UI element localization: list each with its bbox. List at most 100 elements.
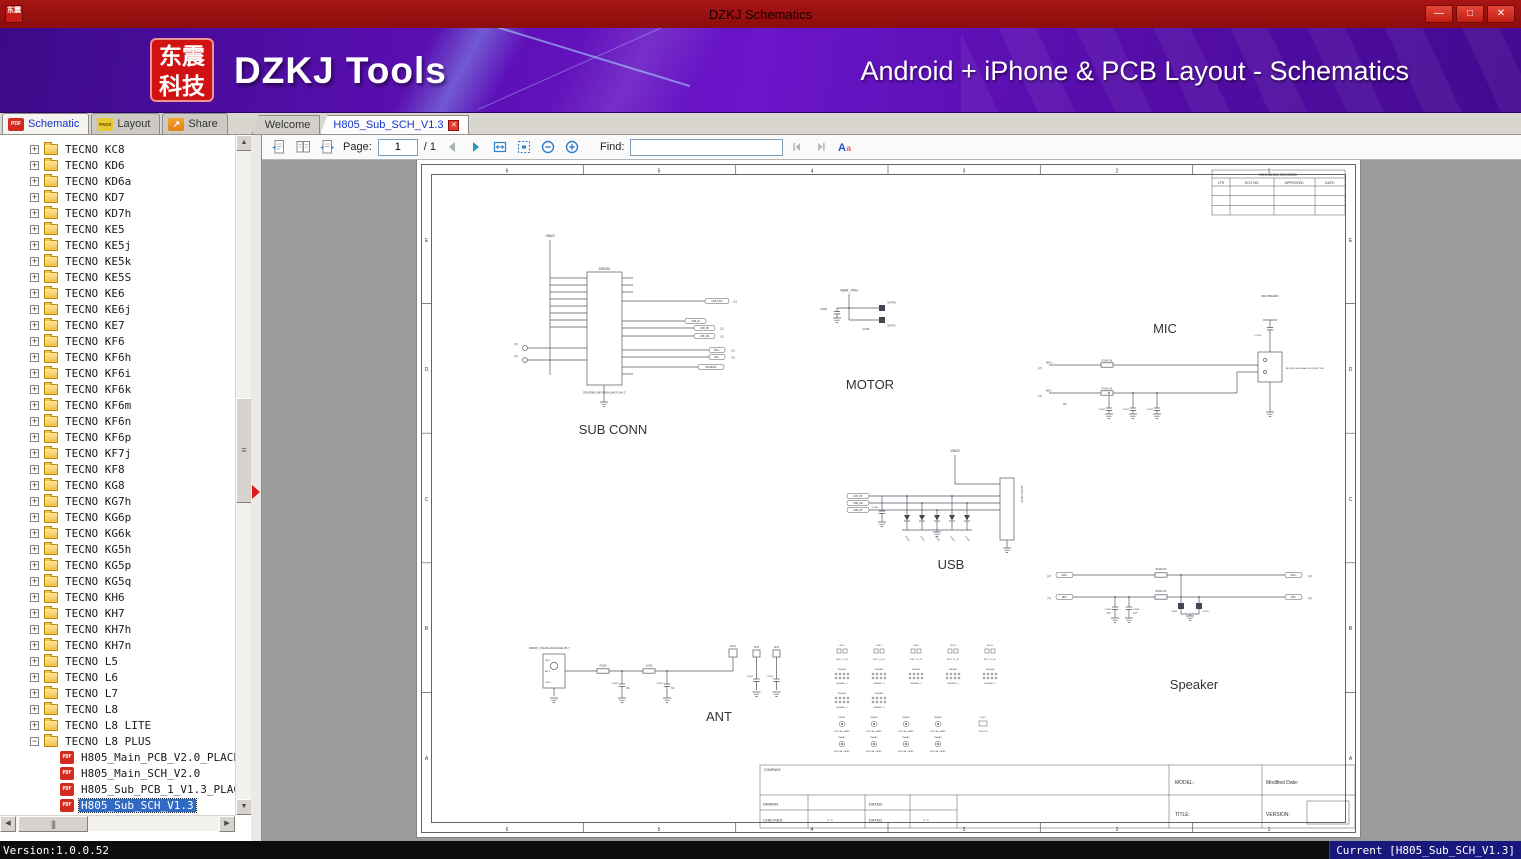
tree-expander-icon[interactable]: + [30,496,39,506]
tree-expander-icon[interactable]: + [30,160,39,170]
tree-folder-label[interactable]: TECNO KG8 [63,479,127,492]
tree-expander-icon[interactable]: + [30,448,39,458]
tree-folder-row[interactable]: + TECNO KE5j [0,237,235,253]
tree-expander-icon[interactable]: + [30,144,39,154]
find-input[interactable] [630,138,784,156]
tree-folder-row[interactable]: + TECNO KH7h [0,621,235,637]
tree-expander-icon[interactable]: + [30,512,39,522]
tree-folder-row[interactable]: + TECNO KD6 [0,157,235,173]
scroll-left-button[interactable]: ◀ [0,816,16,832]
tree-folder-label[interactable]: TECNO KE5k [63,255,133,268]
scroll-up-button[interactable]: ▲ [236,135,252,151]
tree-folder-label[interactable]: TECNO KG7h [63,495,133,508]
tree-expander-icon[interactable]: + [30,432,39,442]
tree-folder-label[interactable]: TECNO KF6k [63,383,133,396]
tree-expander-icon[interactable]: + [30,400,39,410]
page-number-input[interactable] [377,138,418,156]
tree-folder-label[interactable]: TECNO KF6i [63,367,133,380]
tree-folder-label[interactable]: TECNO KD6a [63,175,133,188]
tree-folder-label[interactable]: TECNO KE6j [63,303,133,316]
tree-expander-icon[interactable]: + [30,528,39,538]
tree-file-label[interactable]: H805_Main_SCH_V2.0 [79,767,202,780]
tree-folder-label[interactable]: TECNO KG5q [63,575,133,588]
tree-expander-icon[interactable]: + [30,720,39,730]
tree-folder-row[interactable]: + TECNO KG5q [0,573,235,589]
tree-folder-row[interactable]: + TECNO KE5S [0,269,235,285]
tree-folder-row[interactable]: + TECNO KF6i [0,365,235,381]
splitter-collapse-icon[interactable] [252,485,260,499]
tree-folder-row[interactable]: + TECNO KD7 [0,189,235,205]
tree-folder-row[interactable]: + TECNO KF6 [0,333,235,349]
tree-expander-icon[interactable]: + [30,224,39,234]
tree-folder-label[interactable]: TECNO KG5p [63,559,133,572]
fit-page-button[interactable] [514,137,535,158]
tree-expander-icon[interactable]: + [30,544,39,554]
scroll-right-button[interactable]: ▶ [219,816,235,832]
tree-file-label[interactable]: H805_Main_PCB_V2.0_PLACEM [79,751,235,764]
tree-expander-icon[interactable]: + [30,352,39,362]
close-button[interactable]: ✕ [1487,5,1515,23]
tree-folder-label[interactable]: TECNO KE5S [63,271,133,284]
tree-folder-row[interactable]: + TECNO KG6p [0,509,235,525]
doc-tab-current[interactable]: H805_Sub_SCH_V1.3 ✕ [320,115,470,134]
tree-folder-row[interactable]: + TECNO KG5h [0,541,235,557]
horizontal-scroll-thumb[interactable]: ||| [18,816,88,832]
tree-folder-label[interactable]: TECNO KD7 [63,191,127,204]
tree-folder-label[interactable]: TECNO KH7h [63,623,133,636]
tree-folder-label[interactable]: TECNO L5 [63,655,120,668]
tree-folder-row[interactable]: + TECNO KG6k [0,525,235,541]
tree-folder-label[interactable]: TECNO KG6k [63,527,133,540]
minimize-button[interactable]: — [1425,5,1453,23]
tree-folder-label[interactable]: TECNO KF6p [63,431,133,444]
find-next-button[interactable] [810,137,831,158]
tree-folder-row[interactable]: + TECNO KD7h [0,205,235,221]
tree-folder-row[interactable]: + TECNO KF6k [0,381,235,397]
tree-folder-row[interactable]: + TECNO KG8 [0,477,235,493]
tree-folder-label[interactable]: TECNO KG5h [63,543,133,556]
tree-folder-label[interactable]: TECNO L8 PLUS [63,735,153,748]
tree-expander-icon[interactable]: + [30,320,39,330]
tree-file-row[interactable]: PDF H805_Main_SCH_V2.0 [0,765,235,781]
tree-file-label[interactable]: H805_Sub_SCH_V1.3 [78,797,197,813]
single-page-view-button[interactable] [268,137,289,158]
zoom-in-button[interactable] [562,137,583,158]
tree-folder-row[interactable]: + TECNO KH7 [0,605,235,621]
tree-expander-icon[interactable]: + [30,272,39,282]
tree-folder-row[interactable]: + TECNO KG7h [0,493,235,509]
tree-folder-row[interactable]: + TECNO KE5k [0,253,235,269]
tree-expander-icon[interactable]: + [30,672,39,682]
tree-folder-row[interactable]: + TECNO KF7j [0,445,235,461]
tree-folder-row[interactable]: + TECNO KE6j [0,301,235,317]
tree-folder-row[interactable]: + TECNO L5 [0,653,235,669]
tree-folder-label[interactable]: TECNO L8 LITE [63,719,153,732]
tree-file-row[interactable]: PDF H805_Main_PCB_V2.0_PLACEM [0,749,235,765]
tree-folder-row[interactable]: + TECNO KG5p [0,557,235,573]
tree-expander-icon[interactable]: + [30,560,39,570]
zoom-out-button[interactable] [538,137,559,158]
tree-file-row[interactable]: PDF H805_Sub_PCB_1_V1.3_PLACE [0,781,235,797]
tree-expander-icon[interactable]: + [30,592,39,602]
find-previous-button[interactable] [786,137,807,158]
facing-page-view-button[interactable] [292,137,313,158]
tree-expander-icon[interactable]: + [30,208,39,218]
tree-folder-row[interactable]: + TECNO KD6a [0,173,235,189]
match-case-button[interactable]: Aa [834,137,855,158]
tree-expander-icon[interactable]: + [30,288,39,298]
tree-folder-row[interactable]: + TECNO KF6n [0,413,235,429]
tree-expander-icon[interactable]: + [30,640,39,650]
tree-folder-label[interactable]: TECNO L7 [63,687,120,700]
tab-layout[interactable]: PADS Layout [91,113,161,134]
tree-expander-icon[interactable]: + [30,656,39,666]
horizontal-scrollbar[interactable]: ◀ ||| ▶ [0,815,235,832]
tree-folder-row[interactable]: + TECNO KF6p [0,429,235,445]
tree-folder-label[interactable]: TECNO KF6m [63,399,133,412]
tree-expander-icon[interactable]: + [30,240,39,250]
tree-expander-icon[interactable]: + [30,368,39,378]
tree-folder-row[interactable]: + TECNO KH6 [0,589,235,605]
tree-expander-icon[interactable]: + [30,608,39,618]
maximize-button[interactable]: □ [1456,5,1484,23]
tree-folder-label[interactable]: TECNO L6 [63,671,120,684]
tree-folder-label[interactable]: TECNO KE6 [63,287,127,300]
tree-file-row[interactable]: PDF H805_Sub_SCH_V1.3 [0,797,235,813]
vertical-scroll-thumb[interactable]: ≡ [236,398,252,503]
